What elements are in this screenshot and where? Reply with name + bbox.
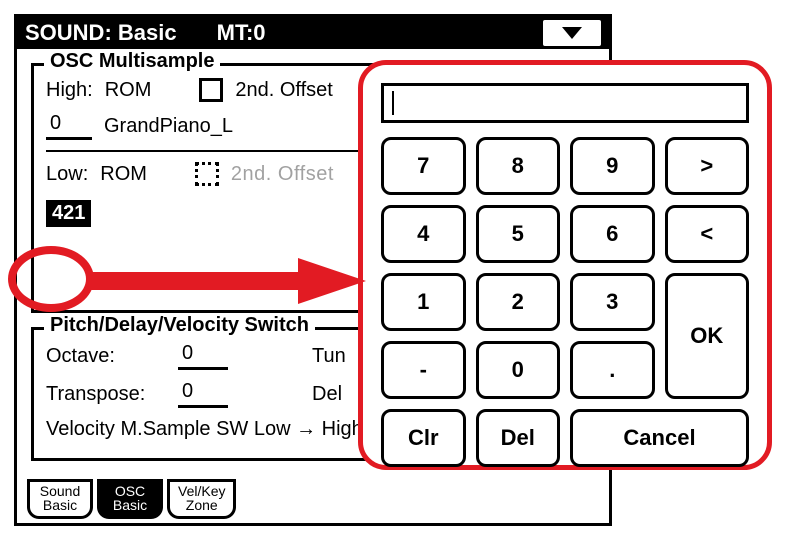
tab-label: Basic (38, 498, 82, 512)
tab-label: Vel/Key (178, 484, 225, 498)
tab-bar: Sound Basic OSC Basic Vel/Key Zone (27, 479, 236, 519)
key-prev[interactable]: < (665, 205, 750, 263)
osc-low-label: Low: (46, 163, 88, 186)
key-clear[interactable]: Clr (381, 409, 466, 467)
key-ok[interactable]: OK (665, 273, 750, 399)
key-8[interactable]: 8 (476, 137, 561, 195)
velocity-switch-text: Velocity M.Sample SW Low → High (46, 418, 363, 441)
key-4[interactable]: 4 (381, 205, 466, 263)
tab-sound-basic[interactable]: Sound Basic (27, 479, 93, 519)
transpose-label: Transpose: (46, 383, 166, 406)
key-minus[interactable]: - (381, 341, 466, 399)
transpose-field[interactable]: 0 (178, 380, 228, 408)
key-3[interactable]: 3 (570, 273, 655, 331)
high-2nd-offset-checkbox[interactable] (199, 78, 223, 102)
mt-label: MT: (217, 20, 254, 46)
key-7[interactable]: 7 (381, 137, 466, 195)
low-2nd-offset-checkbox[interactable] (195, 162, 219, 186)
high-index-field[interactable]: 0 (46, 112, 92, 140)
osc-high-source[interactable]: ROM (105, 79, 152, 102)
key-delete[interactable]: Del (476, 409, 561, 467)
numeric-keypad: 7 8 9 > 4 5 6 < 1 2 3 OK - 0 . Clr Del C… (358, 60, 772, 470)
osc-high-label: High: (46, 79, 93, 102)
key-next[interactable]: > (665, 137, 750, 195)
key-1[interactable]: 1 (381, 273, 466, 331)
sound-name: Basic (118, 20, 177, 46)
tab-label: Basic (108, 498, 152, 512)
key-9[interactable]: 9 (570, 137, 655, 195)
title-dropdown[interactable] (543, 20, 601, 46)
title-bar: SOUND: Basic MT: 0 (17, 17, 609, 49)
octave-label: Octave: (46, 345, 166, 368)
tab-label: Sound (38, 484, 82, 498)
key-5[interactable]: 5 (476, 205, 561, 263)
octave-field[interactable]: 0 (178, 342, 228, 370)
tune-partial-label: Tun (312, 345, 346, 368)
sound-label: SOUND: (25, 20, 112, 46)
tab-label: Zone (178, 498, 225, 512)
high-multisample-name[interactable]: GrandPiano_L (104, 115, 233, 138)
tab-vel-key-zone[interactable]: Vel/Key Zone (167, 479, 236, 519)
chevron-down-icon (561, 26, 583, 40)
tab-label: OSC (108, 484, 152, 498)
pitch-legend: Pitch/Delay/Velocity Switch (44, 314, 315, 337)
low-2nd-offset-label: 2nd. Offset (231, 163, 334, 186)
osc-legend: OSC Multisample (44, 50, 220, 73)
low-index-field[interactable]: 421 (46, 200, 91, 227)
key-dot[interactable]: . (570, 341, 655, 399)
mt-value: 0 (253, 20, 265, 46)
cursor-icon (392, 91, 394, 115)
osc-low-source[interactable]: ROM (100, 163, 147, 186)
key-2[interactable]: 2 (476, 273, 561, 331)
key-6[interactable]: 6 (570, 205, 655, 263)
high-2nd-offset-label: 2nd. Offset (235, 79, 332, 102)
keypad-display[interactable] (381, 83, 749, 123)
key-cancel[interactable]: Cancel (570, 409, 749, 467)
key-0[interactable]: 0 (476, 341, 561, 399)
delay-partial-label: Del (312, 383, 342, 406)
tab-osc-basic[interactable]: OSC Basic (97, 479, 163, 519)
